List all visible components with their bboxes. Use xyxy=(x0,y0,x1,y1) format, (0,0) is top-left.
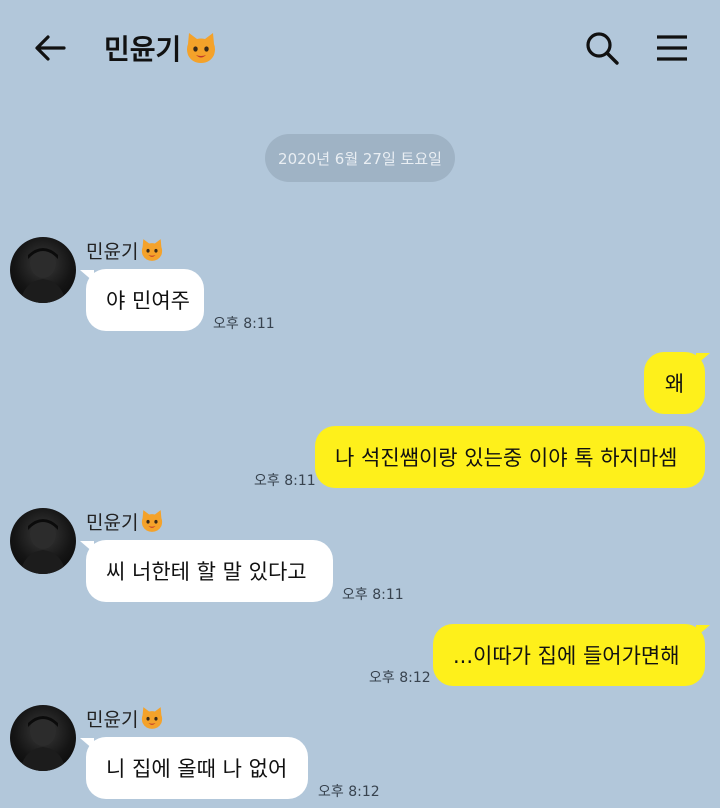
back-arrow-icon xyxy=(35,35,66,61)
bubble-tail xyxy=(696,353,710,365)
search-button[interactable] xyxy=(580,26,624,70)
message-bubble-incoming[interactable]: 니 집에 올때 나 없어 xyxy=(86,737,308,799)
date-divider: 2020년 6월 27일 토요일 xyxy=(265,134,455,182)
menu-icon xyxy=(657,35,687,61)
chat-title-text: 민윤기 xyxy=(104,33,182,66)
message-bubble-incoming[interactable]: 야 민여주 xyxy=(86,269,204,331)
back-button[interactable] xyxy=(28,28,72,68)
avatar[interactable] xyxy=(10,705,76,771)
sender-name-text: 민윤기 xyxy=(86,708,139,731)
sender-name-text: 민윤기 xyxy=(86,240,139,263)
message-time: 오후 8:11 xyxy=(213,316,275,332)
message-bubble-outgoing[interactable]: ...이따가 집에 들어가면해 xyxy=(433,624,705,686)
cat-face-icon xyxy=(142,239,163,261)
message-bubble-incoming[interactable]: 씨 너한테 할 말 있다고 xyxy=(86,540,333,602)
chat-title: 민윤기 xyxy=(104,28,219,68)
cat-face-icon xyxy=(183,30,219,66)
message-time: 오후 8:12 xyxy=(369,670,431,686)
chat-header: 민윤기 xyxy=(0,0,720,96)
sender-name: 민윤기 xyxy=(86,507,165,535)
sender-name-text: 민윤기 xyxy=(86,511,139,534)
message-time: 오후 8:11 xyxy=(254,473,316,489)
sender-name: 민윤기 xyxy=(86,704,165,732)
message-time: 오후 8:11 xyxy=(342,587,404,603)
avatar[interactable] xyxy=(10,508,76,574)
message-bubble-outgoing[interactable]: 나 석진쌤이랑 있는중 이야 톡 하지마셈 xyxy=(315,426,705,488)
search-icon xyxy=(586,32,619,65)
cat-face-icon xyxy=(142,510,163,532)
menu-button[interactable] xyxy=(650,26,694,70)
bubble-tail xyxy=(696,625,710,637)
avatar[interactable] xyxy=(10,237,76,303)
sender-name: 민윤기 xyxy=(86,236,165,264)
cat-face-icon xyxy=(142,707,163,729)
message-time: 오후 8:12 xyxy=(318,784,380,800)
